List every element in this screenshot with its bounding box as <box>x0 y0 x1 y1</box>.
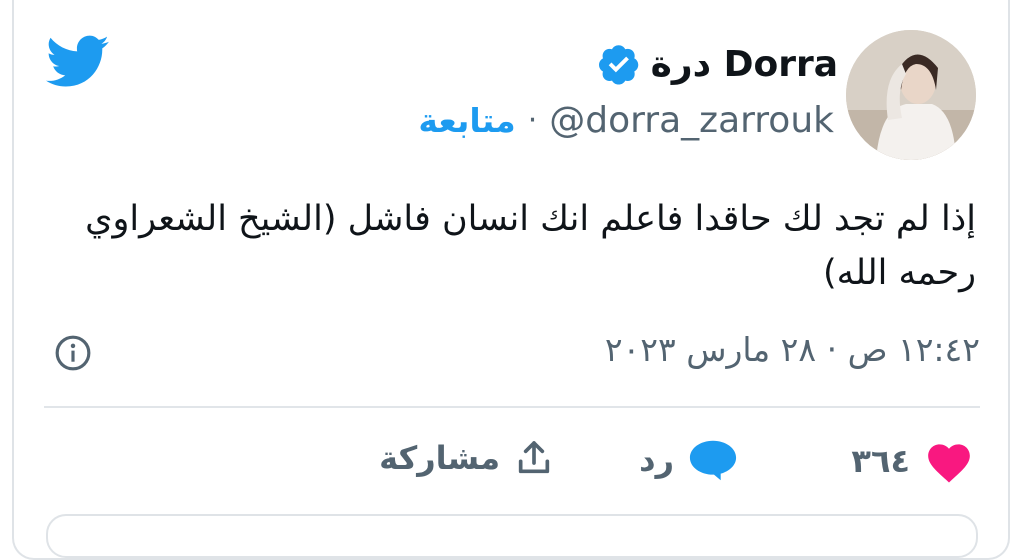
divider <box>44 406 980 408</box>
tweet-meta-row: ١٢:٤٢ ص · ٢٨ مارس ٢٠٢٣ <box>44 330 980 374</box>
verified-badge-icon <box>598 45 638 85</box>
tweet-timestamp[interactable]: ١٢:٤٢ ص · ٢٨ مارس ٢٠٢٣ <box>605 330 980 369</box>
reply-label: رد <box>639 441 674 479</box>
display-name[interactable]: درة Dorra <box>651 44 838 85</box>
action-bar: مشاركة رد ٣٦٤ <box>379 438 974 488</box>
reply-box[interactable] <box>46 514 978 558</box>
profile-photo <box>846 30 976 160</box>
user-handle[interactable]: @dorra_zarrouk <box>549 100 834 141</box>
avatar[interactable] <box>846 30 976 160</box>
tweet-text: إذا لم تجد لك حاقدا فاعلم انك انسان فاشل… <box>85 199 976 293</box>
separator-dot: · <box>527 103 538 138</box>
heart-icon <box>928 444 970 483</box>
handle-row: متابعة · @dorra_zarrouk <box>418 100 834 141</box>
reply-button[interactable]: رد <box>639 438 738 482</box>
info-icon[interactable] <box>54 334 92 372</box>
like-button[interactable]: ٣٦٤ <box>851 438 974 484</box>
reply-bubble-icon <box>689 440 737 481</box>
follow-button[interactable]: متابعة <box>418 101 515 140</box>
like-count: ٣٦٤ <box>851 442 910 480</box>
twitter-logo-icon[interactable] <box>46 34 110 90</box>
share-icon <box>518 441 550 474</box>
share-label: مشاركة <box>379 439 500 477</box>
share-button[interactable]: مشاركة <box>379 438 554 478</box>
user-name-row: درة Dorra <box>597 42 838 86</box>
